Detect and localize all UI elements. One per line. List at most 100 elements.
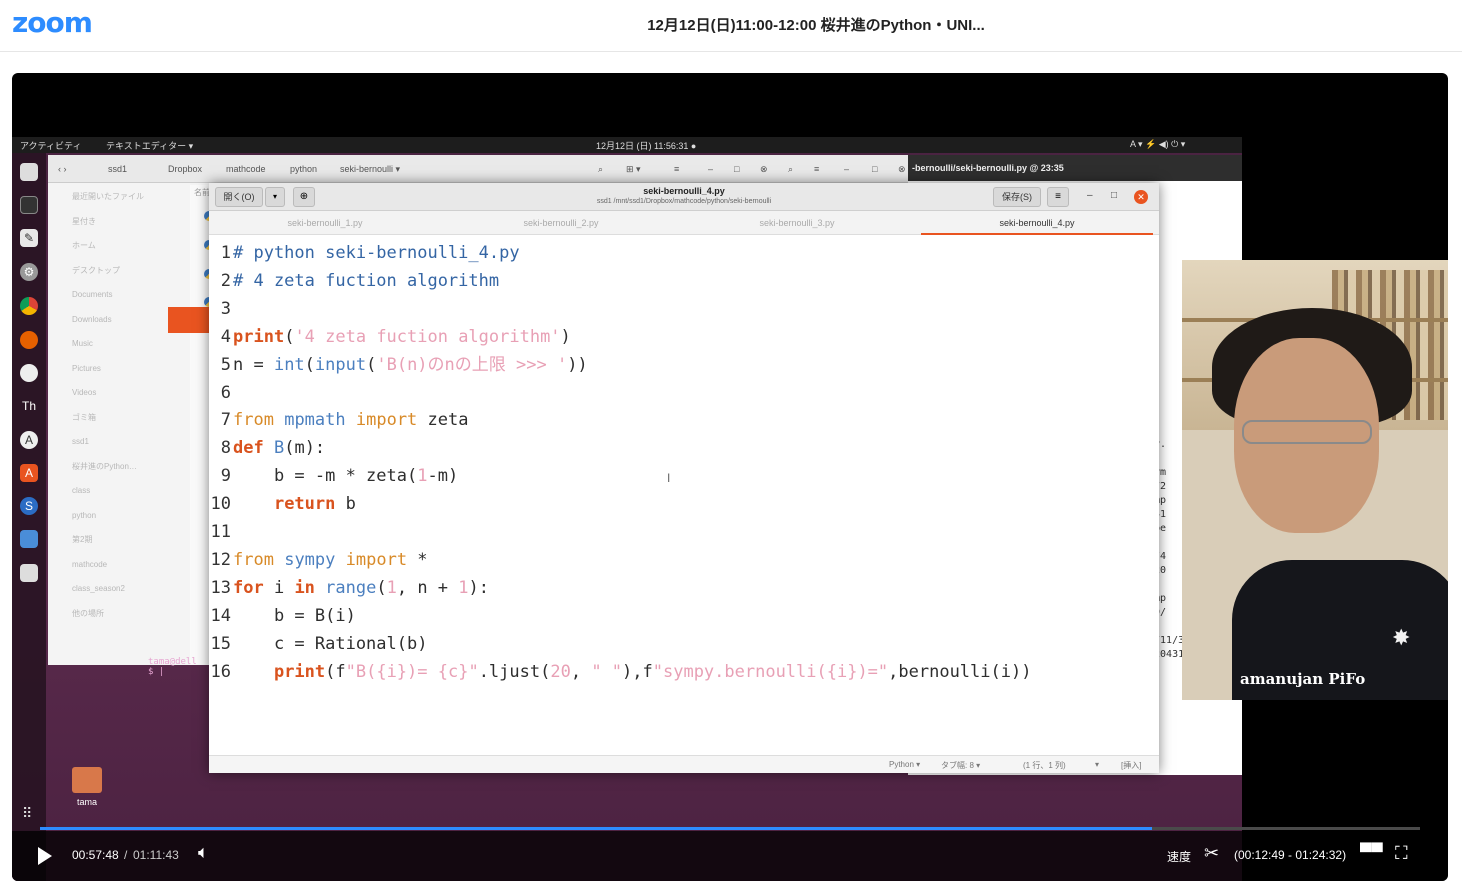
position-dropdown-icon[interactable]: ▾ <box>1095 760 1099 769</box>
sidebar-item[interactable]: Videos <box>48 381 188 406</box>
fullscreen-icon[interactable]: ⛶ <box>1395 843 1408 864</box>
sidebar-item[interactable]: mathcode <box>48 553 188 578</box>
sidebar-item[interactable]: ssd1 <box>48 430 188 455</box>
code-line[interactable]: 6 <box>209 379 233 407</box>
sidebar-item[interactable]: class <box>48 479 188 504</box>
progress-bar[interactable] <box>40 827 1420 830</box>
code-line[interactable]: 14 b = B(i) <box>209 602 356 630</box>
scissors-icon[interactable]: ✂ <box>1204 843 1219 864</box>
code-line[interactable]: 13 for i in range(1, n + 1): <box>209 574 490 602</box>
code-line[interactable]: 9 b = -m * zeta(1-m) <box>209 462 458 490</box>
code-editor[interactable]: 1 # python seki-bernoulli_4.py 2 # 4 zeta f… <box>209 235 1159 755</box>
minimize-icon[interactable]: – <box>708 164 713 174</box>
code-line[interactable]: 1 # python seki-bernoulli_4.py <box>209 239 520 267</box>
menu-icon[interactable]: ≡ <box>814 164 819 174</box>
sidebar-item[interactable]: 他の場所 <box>48 602 188 627</box>
minimize-icon[interactable]: – <box>844 164 849 174</box>
code-token: 1 <box>417 466 428 487</box>
search-icon[interactable]: ⌕ <box>788 164 793 175</box>
sidebar-item[interactable]: Documents <box>48 283 188 308</box>
tab-seki-bernoulli-1[interactable]: seki-bernoulli_1.py <box>209 211 441 235</box>
close-icon[interactable]: ⊗ <box>760 164 768 175</box>
code-line[interactable]: 16 print(f"B({i})= {c}".ljust(20, " "),f… <box>209 658 1032 686</box>
app-icon-blue: S <box>20 497 38 515</box>
sidebar-item[interactable]: python <box>48 504 188 529</box>
editor-statusbar: Python ▾ タブ幅: 8 ▾ (1 行、1 列) ▾ [挿入] <box>209 755 1159 773</box>
code-line[interactable]: 10 return b <box>209 490 356 518</box>
settings-app-icon: ⚙ <box>20 263 38 281</box>
code-token: 'B(n)のnの上限 >>> ' <box>376 354 568 375</box>
close-icon[interactable]: ⊗ <box>898 164 906 175</box>
volume-icon[interactable]: 🔈︎ <box>198 842 209 863</box>
minimize-icon[interactable]: – <box>1087 190 1093 201</box>
tab-seki-bernoulli-2[interactable]: seki-bernoulli_2.py <box>445 211 677 235</box>
sidebar-item[interactable]: 星付き <box>48 210 188 235</box>
back-icon[interactable]: ‹ › <box>58 164 67 174</box>
sidebar-item[interactable]: 第2期 <box>48 528 188 553</box>
sidebar-item[interactable]: ゴミ箱 <box>48 406 188 431</box>
sidebar-item[interactable]: ホーム <box>48 234 188 259</box>
path-python[interactable]: python <box>290 164 317 174</box>
maximize-icon[interactable]: □ <box>1111 190 1117 201</box>
code-line[interactable]: 8 def B(m): <box>209 434 325 462</box>
layout-icon[interactable]: ▀▀ <box>1360 844 1383 862</box>
sidebar-item[interactable]: 最近開いたファイル <box>48 185 188 210</box>
sidebar-item[interactable]: デスクトップ <box>48 259 188 284</box>
code-line[interactable]: 7 from mpmath import zeta <box>209 406 469 434</box>
code-token: c = Rational(b) <box>233 633 428 654</box>
code-token: * <box>407 549 428 570</box>
background-editor-title: -bernoulli/seki-bernoulli.py @ 23:35 <box>908 155 1242 181</box>
insert-mode: [挿入] <box>1121 761 1142 770</box>
menu-icon[interactable]: ≡ <box>674 164 679 174</box>
maximize-icon[interactable]: □ <box>734 164 739 174</box>
sidebar-item[interactable]: Music <box>48 332 188 357</box>
sidebar-item[interactable]: class_season2 <box>48 577 188 602</box>
sidebar-item[interactable]: Downloads <box>48 308 188 333</box>
code-token: def <box>233 438 264 459</box>
line-number: 16 <box>210 661 231 682</box>
close-icon[interactable]: ✕ <box>1134 190 1148 204</box>
language-selector[interactable]: Python ▾ <box>889 760 920 769</box>
tab-width-selector[interactable]: タブ幅: 8 ▾ <box>941 760 980 771</box>
code-token: "sympy.bernoulli({i})=" <box>652 661 889 682</box>
code-line[interactable]: 12 from sympy import * <box>209 546 428 574</box>
show-apps-icon[interactable]: ⠿ <box>22 805 32 822</box>
line-number: 1 <box>220 243 231 263</box>
hamburger-menu-icon[interactable]: ≡ <box>1047 187 1069 207</box>
code-line[interactable]: 5n = int(input('B(n)のnの上限 >>> ')) <box>209 351 588 379</box>
path-dropbox[interactable]: Dropbox <box>168 164 202 174</box>
code-token: ) <box>560 326 571 347</box>
tab-seki-bernoulli-4[interactable]: seki-bernoulli_4.py <box>921 211 1153 235</box>
view-grid-icon[interactable]: ⊞ ▾ <box>626 164 641 175</box>
path-seki-bernoulli[interactable]: seki-bernoulli ▾ <box>340 164 400 175</box>
search-icon[interactable]: ⌕ <box>598 164 603 175</box>
name-column-header[interactable]: 名前 <box>194 187 210 198</box>
ubuntu-dock: ✎ ⚙ Th A A S <box>12 153 46 881</box>
code-token: .ljust( <box>478 661 551 682</box>
sidebar-item[interactable]: 桜井進のPython… <box>48 455 188 480</box>
path-ssd1[interactable]: ssd1 <box>108 164 127 174</box>
path-mathcode[interactable]: mathcode <box>226 164 266 174</box>
home-folder-icon[interactable] <box>72 767 102 793</box>
play-icon[interactable] <box>38 847 52 865</box>
code-line[interactable]: 11 <box>209 518 233 546</box>
sidebar-item[interactable]: Pictures <box>48 357 188 382</box>
recording-video[interactable]: アクティビティ テキストエディター ▾ 12月12日 (日) 11:56:31 … <box>12 73 1448 881</box>
code-line[interactable]: 4 print('4 zeta fuction algorithm') <box>209 323 571 351</box>
code-token: " " <box>591 661 623 682</box>
home-folder-label: tama <box>76 797 97 807</box>
code-token: b = B(i) <box>233 605 356 626</box>
code-token: (m): <box>284 438 326 459</box>
brooch-icon: ✸ <box>1392 625 1411 650</box>
meeting-title: 12月12日(日)11:00-12:00 桜井進のPython・UNI... <box>647 17 985 34</box>
code-token: mpmath <box>284 410 346 431</box>
speed-button[interactable]: 速度 <box>1167 848 1191 865</box>
files-sidebar: 最近開いたファイル 星付き ホーム デスクトップ Documents Downl… <box>48 185 188 626</box>
code-line[interactable]: 3 <box>209 295 233 323</box>
code-line[interactable]: 2 # 4 zeta fuction algorithm <box>209 267 499 295</box>
maximize-icon[interactable]: □ <box>872 164 877 174</box>
tab-seki-bernoulli-3[interactable]: seki-bernoulli_3.py <box>681 211 913 235</box>
save-button[interactable]: 保存(S) <box>993 187 1041 207</box>
code-line[interactable]: 15 c = Rational(b) <box>209 630 428 658</box>
